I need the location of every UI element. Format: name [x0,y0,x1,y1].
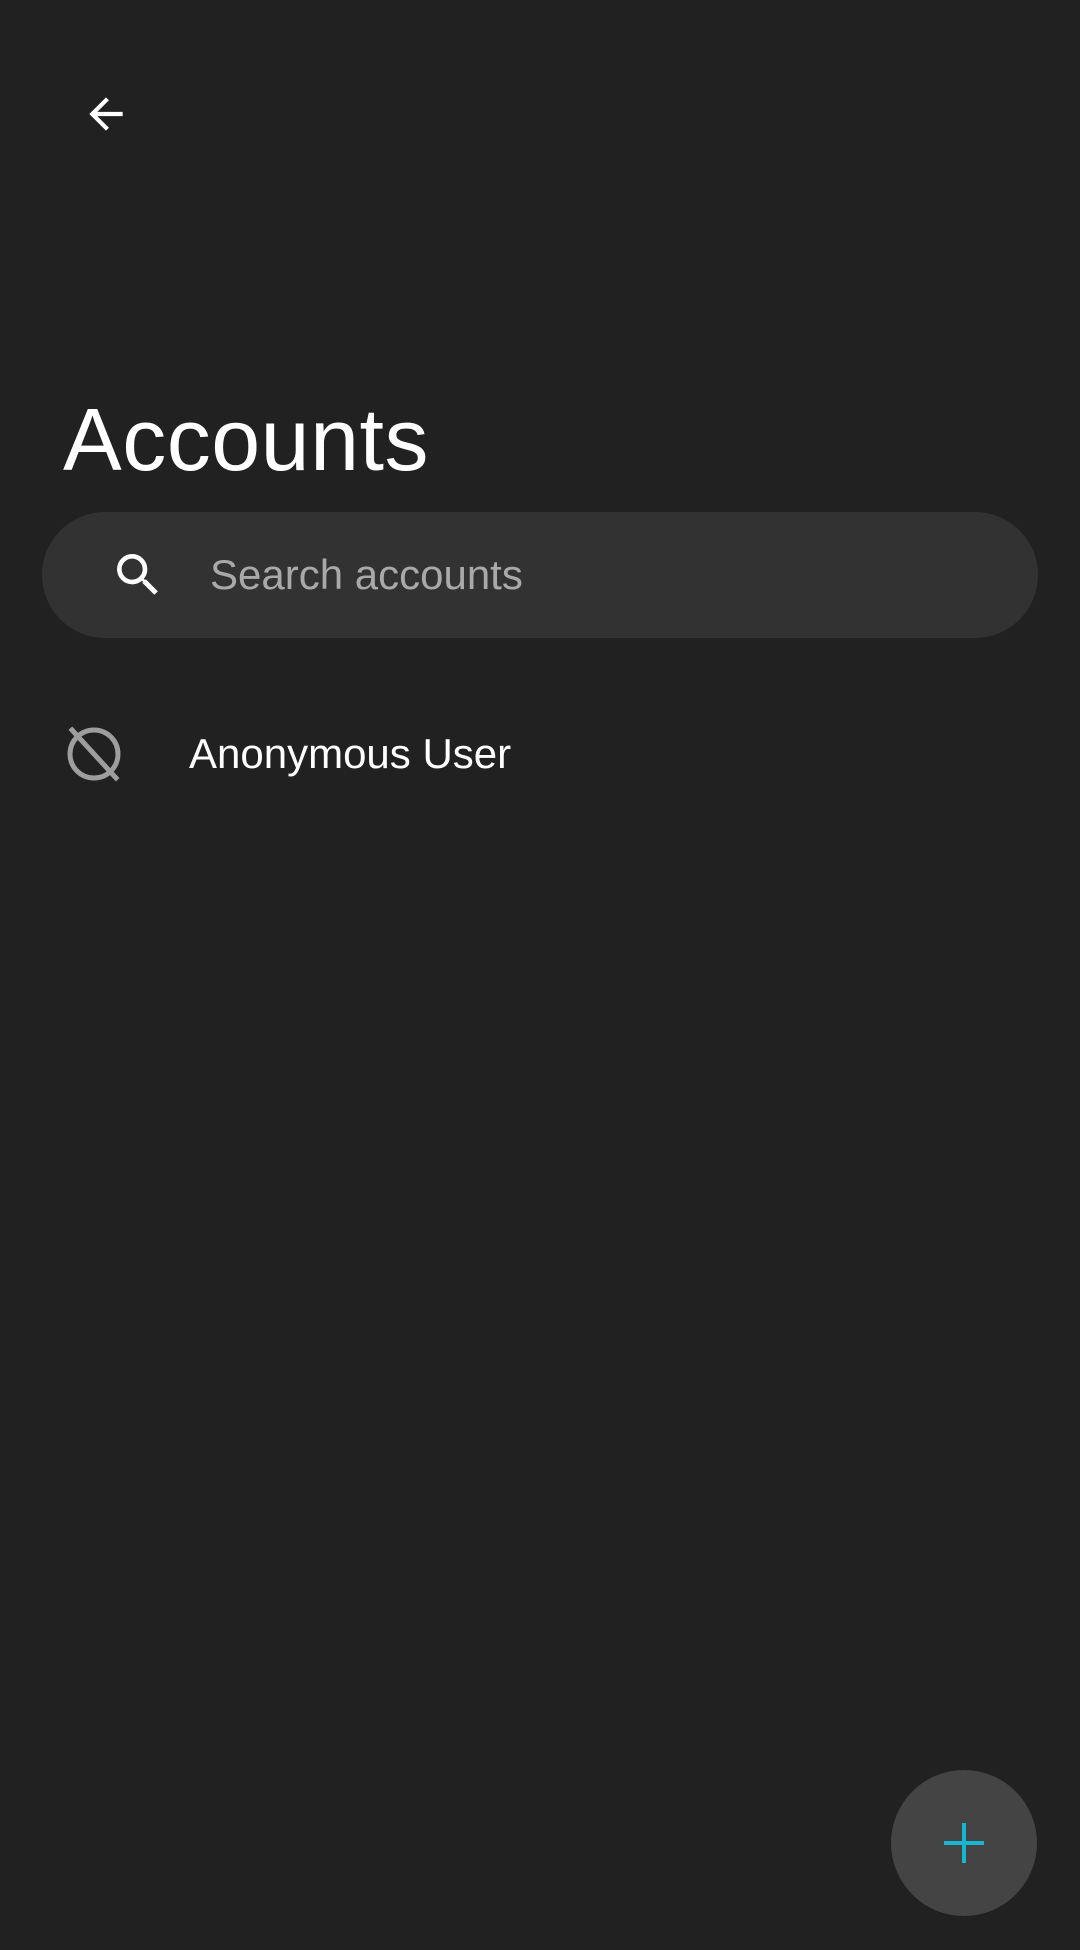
account-name: Anonymous User [189,730,512,777]
search-icon [110,547,166,603]
account-list-item[interactable]: Anonymous User [0,700,1080,808]
page-title: Accounts [63,390,429,489]
accounts-screen: Accounts Anonymous User [0,0,1080,1950]
add-account-button[interactable] [891,1770,1037,1916]
back-button[interactable] [70,78,142,150]
plus-icon [944,1823,984,1863]
anonymous-avatar-icon [64,724,124,784]
search-input[interactable] [208,534,1038,616]
search-bar[interactable] [42,512,1038,638]
arrow-left-icon [89,97,123,131]
